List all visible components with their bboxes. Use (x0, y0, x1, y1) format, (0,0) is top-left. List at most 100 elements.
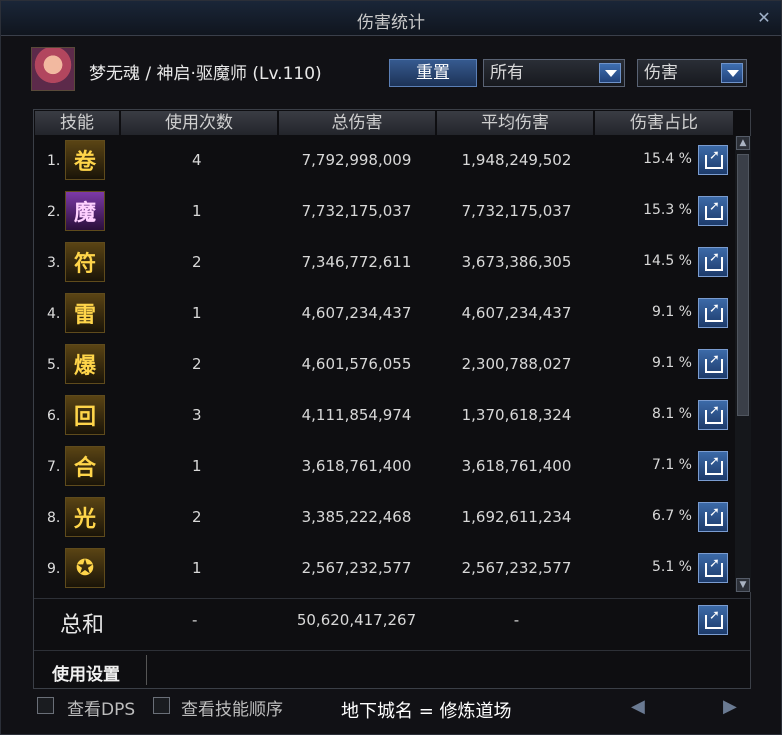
share-icon[interactable] (698, 298, 728, 328)
chevron-down-icon[interactable] (599, 63, 621, 83)
table-row: 4. 雷 1 4,607,234,437 4,607,234,437 9.1 % (34, 289, 734, 340)
col-pct[interactable]: 伤害占比 (595, 111, 735, 135)
share-icon[interactable] (698, 451, 728, 481)
summary-uses: - (192, 611, 198, 629)
scroll-down-icon[interactable]: ▼ (736, 578, 750, 592)
bottom-bar: 查看DPS 查看技能顺序 地下城名 = 修炼道场 ◀ ▶ (35, 694, 775, 728)
table-row: 6. 回 3 4,111,854,974 1,370,618,324 8.1 % (34, 391, 734, 442)
title-bar[interactable]: 伤害统计 ✕ (1, 1, 781, 36)
table-header: 技能 使用次数 总伤害 平均伤害 伤害占比 (35, 111, 735, 135)
share-icon[interactable] (698, 400, 728, 430)
settings-tab[interactable]: 使用设置 (52, 660, 120, 685)
radiant-burst-icon: 光 (65, 497, 105, 537)
share-icon[interactable] (698, 145, 728, 175)
pct-cell: 8.1 % (651, 406, 692, 422)
dps-checkbox[interactable] (37, 697, 54, 714)
avg-cell: 1,948,249,502 (461, 151, 572, 169)
pct-cell: 7.1 % (651, 457, 692, 473)
total-cell: 2,567,232,577 (301, 559, 412, 577)
metric-select[interactable]: 伤害 (637, 59, 747, 87)
seal-talisman-icon: 符 (65, 242, 105, 282)
total-cell: 3,618,761,400 (301, 457, 412, 475)
share-icon[interactable] (698, 605, 728, 635)
close-icon[interactable]: ✕ (755, 9, 773, 27)
scroll-icon: 卷 (65, 140, 105, 180)
uses-cell: 2 (192, 253, 202, 271)
share-icon[interactable] (698, 553, 728, 583)
total-cell: 7,792,998,009 (301, 151, 412, 169)
pct-cell: 15.3 % (643, 202, 692, 218)
row-number: 2. (47, 204, 61, 220)
table-row: 1. 卷 4 7,792,998,009 1,948,249,502 15.4 … (34, 136, 734, 187)
lightning-burst-icon: 雷 (65, 293, 105, 333)
avg-cell: 2,567,232,577 (461, 559, 572, 577)
pct-cell: 5.1 % (651, 559, 692, 575)
chevron-down-icon[interactable] (721, 63, 743, 83)
uses-cell: 1 (192, 304, 202, 322)
rune-circle-icon: 合 (65, 446, 105, 486)
table-row: 8. 光 2 3,385,222,468 1,692,611,234 6.7 % (34, 493, 734, 544)
avg-cell: 7,732,175,037 (461, 202, 572, 220)
uses-cell: 4 (192, 151, 202, 169)
col-uses[interactable]: 使用次数 (121, 111, 279, 135)
prev-arrow-icon[interactable]: ◀ (631, 696, 645, 717)
explosion-icon: 爆 (65, 344, 105, 384)
pct-cell: 14.5 % (643, 253, 692, 269)
share-icon[interactable] (698, 247, 728, 277)
avg-cell: 3,618,761,400 (461, 457, 572, 475)
scroll-thumb[interactable] (737, 154, 749, 416)
pct-cell: 9.1 % (651, 355, 692, 371)
uses-cell: 2 (192, 355, 202, 373)
skill-order-checkbox[interactable] (153, 697, 170, 714)
reset-button[interactable]: 重置 (389, 59, 477, 87)
row-number: 8. (47, 510, 61, 526)
next-arrow-icon[interactable]: ▶ (723, 696, 737, 717)
pct-cell: 9.1 % (651, 304, 692, 320)
character-header: 梦无魂 / 神启·驱魔师 (Lv.110) 重置 所有 伤害 (31, 47, 751, 93)
total-cell: 4,607,234,437 (301, 304, 412, 322)
scroll-up-icon[interactable]: ▲ (736, 136, 750, 150)
character-name: 梦无魂 / 神启·驱魔师 (Lv.110) (89, 64, 322, 84)
share-icon[interactable] (698, 196, 728, 226)
avg-cell: 1,692,611,234 (461, 508, 572, 526)
uses-cell: 1 (192, 457, 202, 475)
avg-cell: 4,607,234,437 (461, 304, 572, 322)
skill-order-checkbox-label: 查看技能顺序 (181, 700, 283, 720)
avg-cell: 1,370,618,324 (461, 406, 572, 424)
scrollbar[interactable]: ▲ ▼ (735, 136, 751, 592)
share-icon[interactable] (698, 502, 728, 532)
settings-bar: 使用设置 (34, 650, 750, 689)
total-cell: 3,385,222,468 (301, 508, 412, 526)
pct-cell: 6.7 % (651, 508, 692, 524)
uses-cell: 1 (192, 559, 202, 577)
scope-select-value: 所有 (490, 63, 524, 83)
row-number: 5. (47, 357, 61, 373)
scope-select[interactable]: 所有 (483, 59, 625, 87)
total-cell: 7,346,772,611 (301, 253, 412, 271)
window-title: 伤害统计 (357, 13, 425, 33)
divider (146, 655, 147, 685)
summary-label: 总和 (60, 613, 105, 638)
total-cell: 7,732,175,037 (301, 202, 412, 220)
summary-avg: - (513, 611, 520, 629)
col-avg[interactable]: 平均伤害 (437, 111, 595, 135)
table-row: 3. 符 2 7,346,772,611 3,673,386,305 14.5 … (34, 238, 734, 289)
table-row: 2. 魔 1 7,732,175,037 7,732,175,037 15.3 … (34, 187, 734, 238)
summary-row: 总和 - 50,620,417,267 - (34, 598, 750, 640)
table-row: 9. ✪ 1 2,567,232,577 2,567,232,577 5.1 % (34, 544, 734, 595)
metric-select-value: 伤害 (644, 63, 678, 83)
row-number: 7. (47, 459, 61, 475)
uses-cell: 1 (192, 202, 202, 220)
total-cell: 4,601,576,055 (301, 355, 412, 373)
demon-face-icon: 魔 (65, 191, 105, 231)
col-total[interactable]: 总伤害 (279, 111, 437, 135)
uses-cell: 3 (192, 406, 202, 424)
damage-stats-window: 伤害统计 ✕ 梦无魂 / 神启·驱魔师 (Lv.110) 重置 所有 伤害 技能… (0, 0, 782, 735)
total-cell: 4,111,854,974 (301, 406, 412, 424)
share-icon[interactable] (698, 349, 728, 379)
row-number: 6. (47, 408, 61, 424)
col-skill[interactable]: 技能 (35, 111, 121, 135)
row-number: 1. (47, 153, 61, 169)
row-number: 3. (47, 255, 61, 271)
dps-checkbox-label: 查看DPS (67, 700, 136, 720)
